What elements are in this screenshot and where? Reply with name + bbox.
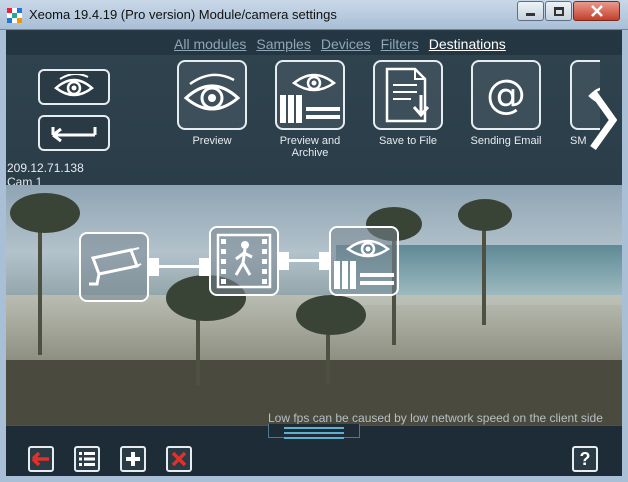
camera-view: Low fps can be caused by low network spe… — [6, 185, 622, 425]
maximize-button[interactable] — [545, 1, 572, 21]
minimize-icon — [526, 12, 535, 16]
window-frame-bottom — [0, 476, 628, 482]
eye-icon — [183, 73, 241, 111]
chain-connector — [159, 265, 199, 268]
module-label: Preview and Archive — [279, 135, 341, 159]
tab-samples[interactable]: Samples — [256, 36, 310, 52]
red-x-icon — [171, 451, 187, 467]
next-modules-button[interactable] — [584, 85, 620, 155]
module-palette: 209.12.71.138 Cam 1 Preview Preview and … — [6, 55, 622, 189]
help-button[interactable]: ? — [572, 446, 598, 472]
save-file-icon — [385, 67, 430, 123]
plus-icon — [126, 452, 140, 466]
palm-trunk — [38, 215, 42, 355]
window-title: Xeoma 19.4.19 (Pro version) Module/camer… — [29, 7, 337, 22]
module-label: Sending Email — [470, 135, 542, 147]
xeoma-logo-icon — [7, 8, 22, 23]
svg-text:@: @ — [486, 72, 526, 118]
palm-tree — [10, 193, 80, 233]
maximize-icon — [553, 6, 564, 16]
preview-archive-icon — [334, 239, 394, 289]
panel-collapse-handle[interactable] — [268, 424, 360, 439]
module-label: Save to File — [378, 135, 438, 147]
camera-preview-button[interactable] — [38, 69, 110, 105]
palm-tree — [296, 295, 366, 335]
chain-preview-archive-module[interactable] — [329, 226, 399, 296]
chain-output-plug — [149, 258, 159, 276]
list-icon — [79, 452, 95, 466]
eye-archive-icon — [280, 73, 340, 123]
delete-button[interactable] — [166, 446, 192, 472]
settings-panel: All modules Samples Devices Filters Dest… — [6, 31, 622, 476]
palm-tree — [458, 199, 512, 231]
chevron-right-icon — [590, 89, 617, 151]
title-bar: Xeoma 19.4.19 (Pro version) Module/camer… — [0, 0, 628, 30]
chain-input-plug — [319, 252, 329, 270]
tab-devices[interactable]: Devices — [321, 36, 371, 52]
minimize-button[interactable] — [517, 1, 544, 21]
chain-input-plug — [199, 258, 209, 276]
bottom-toolbar: ? — [6, 424, 622, 476]
module-label: Preview — [192, 135, 232, 147]
tab-all-modules[interactable]: All modules — [174, 36, 246, 52]
tab-filters[interactable]: Filters — [381, 36, 419, 52]
tab-destinations[interactable]: Destinations — [429, 36, 506, 52]
module-save-to-file[interactable]: Save to File — [364, 60, 452, 147]
at-sign-icon: @ — [486, 72, 526, 118]
module-category-tabs: All modules Samples Devices Filters Dest… — [6, 31, 622, 55]
add-camera-button[interactable] — [120, 446, 146, 472]
module-preview-and-archive[interactable]: Preview and Archive — [266, 60, 354, 159]
camera-list-button[interactable] — [74, 446, 100, 472]
window-frame-right — [622, 30, 628, 482]
palm-trunk — [482, 215, 486, 325]
motion-detector-icon — [216, 233, 272, 289]
chain-output-plug — [279, 252, 289, 270]
close-icon — [590, 5, 603, 17]
chain-connector — [289, 259, 319, 262]
camera-icon — [89, 247, 142, 286]
low-fps-notice: Low fps can be caused by low network spe… — [268, 411, 603, 425]
back-button[interactable] — [28, 446, 54, 472]
chain-camera-module[interactable] — [79, 232, 149, 302]
module-preview[interactable]: Preview — [168, 60, 256, 147]
close-button[interactable] — [573, 1, 620, 21]
back-button[interactable] — [38, 115, 110, 151]
module-sending-email[interactable]: @ Sending Email — [462, 60, 550, 147]
camera-ip: 209.12.71.138 — [7, 161, 84, 175]
back-arrow-icon — [51, 127, 97, 143]
chain-motion-detector-module[interactable] — [209, 226, 279, 296]
eye-icon — [54, 74, 94, 97]
red-back-arrow-icon — [31, 451, 49, 467]
